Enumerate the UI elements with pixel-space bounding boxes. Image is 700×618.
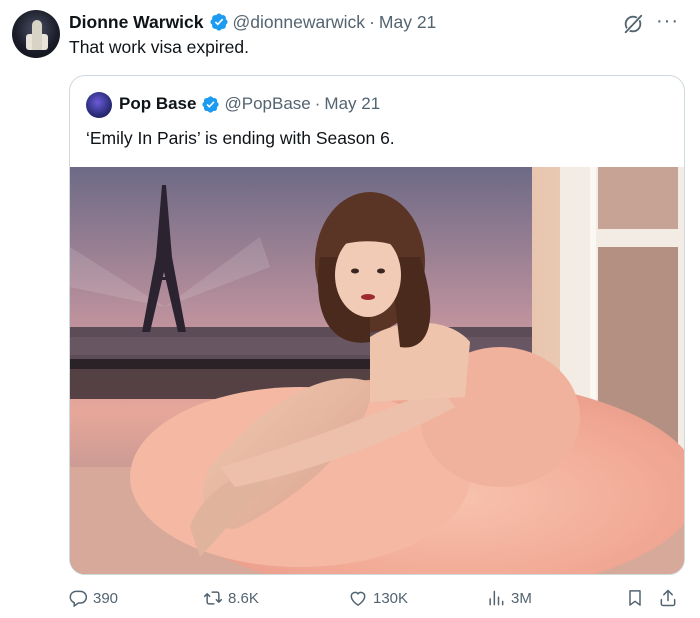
reply-icon [69, 590, 88, 608]
views-icon [489, 590, 504, 606]
like-icon [350, 591, 366, 606]
like-count: 130K [373, 589, 409, 607]
views-button[interactable]: 3M [486, 588, 532, 608]
repost-count: 8.6K [228, 589, 259, 607]
tweet-date[interactable]: May 21 [379, 12, 436, 33]
more-icon[interactable]: ··· [656, 10, 679, 33]
separator-dot: · [314, 94, 321, 113]
author-name[interactable]: Dionne Warwick [69, 12, 204, 33]
like-button[interactable]: 130K [348, 588, 408, 608]
tweet-text: That work visa expired. [69, 37, 249, 57]
quote-text: ‘Emily In Paris’ is ending with Season 6… [86, 128, 395, 148]
reply-button[interactable]: 390 [68, 588, 118, 608]
bookmark-icon [629, 590, 641, 606]
author-handle[interactable]: @dionnewarwick [233, 12, 366, 33]
quote-date[interactable]: May 21 [324, 94, 380, 114]
quote-author-handle[interactable]: @PopBase [224, 94, 310, 114]
reply-count: 390 [93, 589, 119, 607]
quoted-tweet[interactable]: Pop Base @PopBase · May 21 ‘Emily In Par… [69, 75, 685, 575]
views-count: 3M [511, 589, 532, 607]
share-icon [660, 589, 676, 607]
grok-icon[interactable] [622, 13, 644, 35]
author-avatar[interactable] [12, 10, 60, 58]
quote-media-image[interactable] [70, 167, 684, 574]
bookmark-button[interactable] [625, 588, 650, 608]
repost-icon [203, 591, 223, 605]
separator-dot: · [369, 11, 375, 32]
share-button[interactable] [658, 588, 683, 608]
verified-icon [209, 13, 228, 31]
quote-header: Pop Base @PopBase · May 21 [119, 94, 380, 114]
action-bar: 390 8.6K 130K 3M [0, 588, 700, 614]
quote-author-avatar[interactable] [86, 92, 112, 118]
repost-button[interactable]: 8.6K [203, 588, 259, 608]
quote-author-name[interactable]: Pop Base [119, 94, 196, 114]
avatar-figure [32, 20, 42, 50]
tweet-header: Dionne Warwick @dionnewarwick · May 21 [69, 10, 436, 34]
verified-icon [202, 95, 220, 113]
media-illustration [70, 167, 684, 574]
